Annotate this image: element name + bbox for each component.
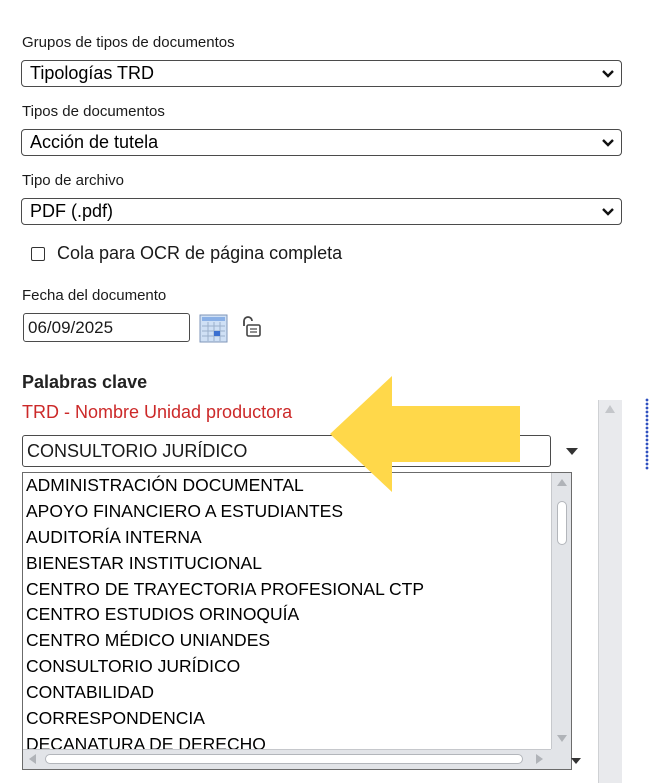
trd-unit-label: TRD - Nombre Unidad productora	[22, 402, 293, 422]
list-item[interactable]: CENTRO ESTUDIOS ORINOQUÍA	[23, 602, 571, 628]
list-item[interactable]: BIENESTAR INSTITUCIONAL	[23, 551, 571, 577]
doc-type-groups-label: Grupos de tipos de documentos	[22, 34, 235, 51]
list-item[interactable]: CENTRO DE TRAYECTORIA PROFESIONAL CTP	[23, 577, 571, 603]
scroll-up-icon[interactable]	[605, 405, 615, 413]
document-date-input[interactable]: 06/09/2025	[23, 313, 190, 342]
scroll-up-icon[interactable]	[557, 479, 567, 486]
doc-type-groups-select[interactable]: Tipologías TRD	[21, 60, 622, 87]
chevron-down-icon	[602, 70, 614, 78]
list-item[interactable]: APOYO FINANCIERO A ESTUDIANTES	[23, 499, 571, 525]
unlock-icon[interactable]	[240, 315, 262, 339]
chevron-down-icon	[602, 208, 614, 216]
chevron-down-icon	[602, 139, 614, 147]
list-vertical-scroll-thumb[interactable]	[557, 501, 567, 545]
doc-types-select[interactable]: Acción de tutela	[21, 129, 622, 156]
scroll-left-icon[interactable]	[29, 754, 36, 764]
doc-type-groups-value: Tipologías TRD	[30, 63, 155, 83]
dropdown-arrow-icon[interactable]	[571, 758, 581, 764]
ocr-checkbox-label: Cola para OCR de página completa	[57, 243, 343, 263]
scroll-right-icon[interactable]	[536, 754, 543, 764]
arrow-left-icon	[330, 376, 520, 492]
doc-types-label: Tipos de documentos	[22, 103, 165, 120]
list-item[interactable]: CORRESPONDENCIA	[23, 706, 571, 732]
list-vertical-scrollbar[interactable]	[551, 473, 571, 749]
calendar-icon[interactable]	[199, 314, 228, 343]
doc-types-value: Acción de tutela	[30, 132, 159, 152]
resize-handle-dots[interactable]	[645, 398, 649, 470]
list-item[interactable]: CONTABILIDAD	[23, 680, 571, 706]
list-item[interactable]: CONSULTORIO JURÍDICO	[23, 654, 571, 680]
file-type-label: Tipo de archivo	[22, 172, 124, 189]
trd-unit-options-list[interactable]: ADMINISTRACIÓN DOCUMENTAL APOYO FINANCIER…	[22, 472, 572, 770]
file-type-select[interactable]: PDF (.pdf)	[21, 198, 622, 225]
scrollbar-corner	[551, 749, 571, 769]
dropdown-arrow-icon[interactable]	[566, 448, 578, 455]
keywords-section-title: Palabras clave	[22, 372, 148, 392]
ocr-checkbox[interactable]	[31, 247, 45, 261]
list-horizontal-scrollbar[interactable]	[23, 749, 551, 769]
scroll-down-icon[interactable]	[557, 735, 567, 742]
list-item[interactable]: CENTRO MÉDICO UNIANDES	[23, 628, 571, 654]
list-item[interactable]: AUDITORÍA INTERNA	[23, 525, 571, 551]
document-date-label: Fecha del documento	[22, 287, 167, 304]
file-type-value: PDF (.pdf)	[30, 201, 114, 221]
panel-vertical-scrollbar[interactable]	[598, 400, 622, 783]
list-horizontal-scroll-thumb[interactable]	[45, 754, 523, 764]
